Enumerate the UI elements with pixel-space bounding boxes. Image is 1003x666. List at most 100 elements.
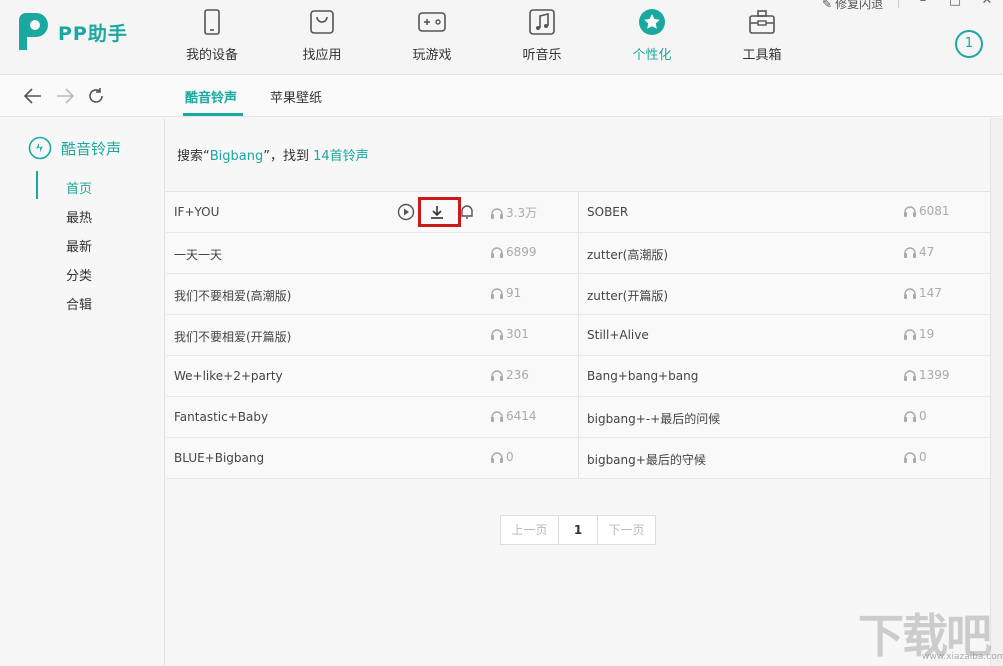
active-tab-underline (183, 113, 243, 116)
ringtone-name: We+like+2+party (174, 369, 283, 383)
search-prefix: 搜索“ (177, 149, 210, 164)
sidebar-title: 酷音铃声 (61, 139, 122, 158)
ringtone-item[interactable]: 我们不要相爱(高潮版) 91 (166, 274, 578, 314)
ringtone-item[interactable]: bigbang+最后的守候 0 (578, 438, 990, 478)
star-icon (639, 9, 665, 35)
watermark-url: www.xiazaiba.com (922, 652, 1003, 662)
ringtone-item[interactable]: Still+Alive 19 (578, 315, 990, 355)
headphones-icon (491, 247, 503, 258)
ringtone-name: zutter(开篇版) (587, 289, 668, 303)
nav-games[interactable]: 玩游戏 (377, 0, 487, 74)
ringtone-item[interactable]: 一天一天 6899 (166, 233, 578, 273)
play-count-value: 0 (919, 450, 927, 464)
play-count-value: 0 (919, 409, 927, 423)
headphones-icon (904, 452, 916, 463)
ringtone-name: 我们不要相爱(高潮版) (174, 289, 292, 303)
sidebar-item-collection[interactable]: 合辑 (66, 294, 92, 313)
headphones-icon (904, 288, 916, 299)
nav-toolbox[interactable]: 工具箱 (707, 0, 817, 74)
ringtone-name: 一天一天 (174, 248, 223, 262)
play-count-value: 0 (506, 450, 514, 464)
vertical-scrollbar[interactable] (990, 118, 1003, 666)
minimize-icon[interactable]: – (907, 0, 939, 10)
prev-page-button[interactable]: 上一页 (500, 515, 559, 545)
refresh-icon[interactable] (85, 85, 107, 107)
nav-label: 玩游戏 (412, 48, 452, 63)
play-count-value: 6899 (506, 245, 537, 259)
ringtone-item[interactable]: zutter(开篇版) 147 (578, 274, 990, 314)
search-middle: ”，找到 (263, 149, 314, 164)
headphones-icon (904, 329, 916, 340)
ringtone-item[interactable]: SOBER 6081 (578, 192, 990, 232)
ringtone-name: Fantastic+Baby (174, 410, 269, 424)
sidebar-item-new[interactable]: 最新 (66, 236, 92, 255)
ringtone-item[interactable]: Bang+bang+bang 1399 (578, 356, 990, 396)
sidebar-item-home[interactable]: 首页 (66, 178, 92, 197)
close-icon[interactable]: ✕ (971, 0, 1003, 10)
next-page-button[interactable]: 下一页 (597, 515, 656, 545)
table-row: 我们不要相爱(高潮版) 91 zutter(开篇版) 147 (166, 274, 990, 315)
nav-personalize[interactable]: 个性化 (597, 0, 707, 74)
tab-ringtones[interactable]: 酷音铃声 (185, 87, 237, 106)
window-separator (898, 0, 899, 8)
download-icon[interactable] (428, 203, 446, 221)
sidebar-item-category[interactable]: 分类 (66, 265, 92, 284)
sidebar-active-indicator (36, 171, 38, 199)
nav-find-app[interactable]: 找应用 (267, 0, 377, 74)
app-name: PP助手 (58, 22, 128, 45)
set-ringtone-bell-icon[interactable] (458, 203, 476, 221)
wrench-icon: ✎ (822, 0, 833, 11)
nav-music[interactable]: 听音乐 (487, 0, 597, 74)
ringtone-name: zutter(高潮版) (587, 248, 668, 262)
ringtone-name: Bang+bang+bang (587, 369, 699, 383)
back-arrow-icon[interactable] (22, 85, 44, 107)
ringtone-item[interactable]: bigbang+-+最后的问候 0 (578, 397, 990, 437)
sidebar-header: 酷音铃声 (28, 136, 121, 160)
play-count: 236 (490, 368, 529, 382)
main-content: 搜索“Bigbang”，找到 14首铃声 IF+YOU 3.3万 SOBER 6081… (166, 118, 990, 666)
play-count-value: 6081 (919, 204, 950, 218)
top-header: PP助手 我的设备 找应用 玩游戏 听音乐 个性化 工具箱 ✎ 修复闪退 – □… (0, 0, 1003, 75)
play-count-value: 6414 (506, 409, 537, 423)
ringtone-item[interactable]: IF+YOU 3.3万 (166, 192, 578, 232)
play-count-value: 3.3万 (506, 206, 538, 220)
toolbox-icon (749, 10, 775, 34)
sidebar-item-hot[interactable]: 最热 (66, 207, 92, 226)
pagination: 上一页 1 下一页 (500, 515, 656, 545)
nav-my-device[interactable]: 我的设备 (157, 0, 267, 74)
pp-logo-icon (19, 13, 48, 50)
nav-label: 工具箱 (742, 48, 782, 63)
headphones-icon (904, 247, 916, 258)
headphones-icon (491, 329, 503, 340)
play-count-value: 19 (919, 327, 935, 341)
music-icon (529, 9, 555, 35)
repair-crash-button[interactable]: ✎ 修复闪退 (822, 0, 883, 12)
app-bag-icon (310, 10, 334, 34)
current-page[interactable]: 1 (558, 515, 598, 545)
headphones-icon (491, 452, 503, 463)
play-icon[interactable] (397, 203, 415, 221)
nav-label: 我的设备 (185, 48, 238, 63)
play-count-value: 147 (919, 286, 942, 300)
ringtone-name: IF+YOU (174, 205, 220, 219)
search-summary: 搜索“Bigbang”，找到 14首铃声 (177, 145, 369, 164)
play-count: 6414 (490, 409, 537, 423)
forward-arrow-icon[interactable] (54, 85, 76, 107)
gamepad-icon (418, 12, 446, 32)
play-count-value: 236 (506, 368, 529, 382)
nav-label: 个性化 (632, 48, 672, 63)
download-tasks-badge[interactable]: 1 (955, 30, 983, 58)
ringtone-grid: IF+YOU 3.3万 SOBER 6081 一天一天 6899 zutter(高潮版) 47… (166, 191, 990, 479)
play-count: 0 (903, 450, 927, 464)
ringtone-item[interactable]: Fantastic+Baby 6414 (166, 397, 578, 437)
maximize-icon[interactable]: □ (939, 0, 971, 10)
ringtone-item[interactable]: We+like+2+party 236 (166, 356, 578, 396)
ringtone-item[interactable]: BLUE+Bigbang 0 (166, 438, 578, 478)
play-count: 0 (903, 409, 927, 423)
ringtone-item[interactable]: zutter(高潮版) 47 (578, 233, 990, 273)
tab-wallpapers[interactable]: 苹果壁纸 (270, 87, 322, 106)
ringtone-item[interactable]: 我们不要相爱(开篇版) 301 (166, 315, 578, 355)
table-row: BLUE+Bigbang 0 bigbang+最后的守候 0 (166, 438, 990, 479)
nav-label: 找应用 (302, 48, 342, 63)
play-count-value: 1399 (919, 368, 950, 382)
